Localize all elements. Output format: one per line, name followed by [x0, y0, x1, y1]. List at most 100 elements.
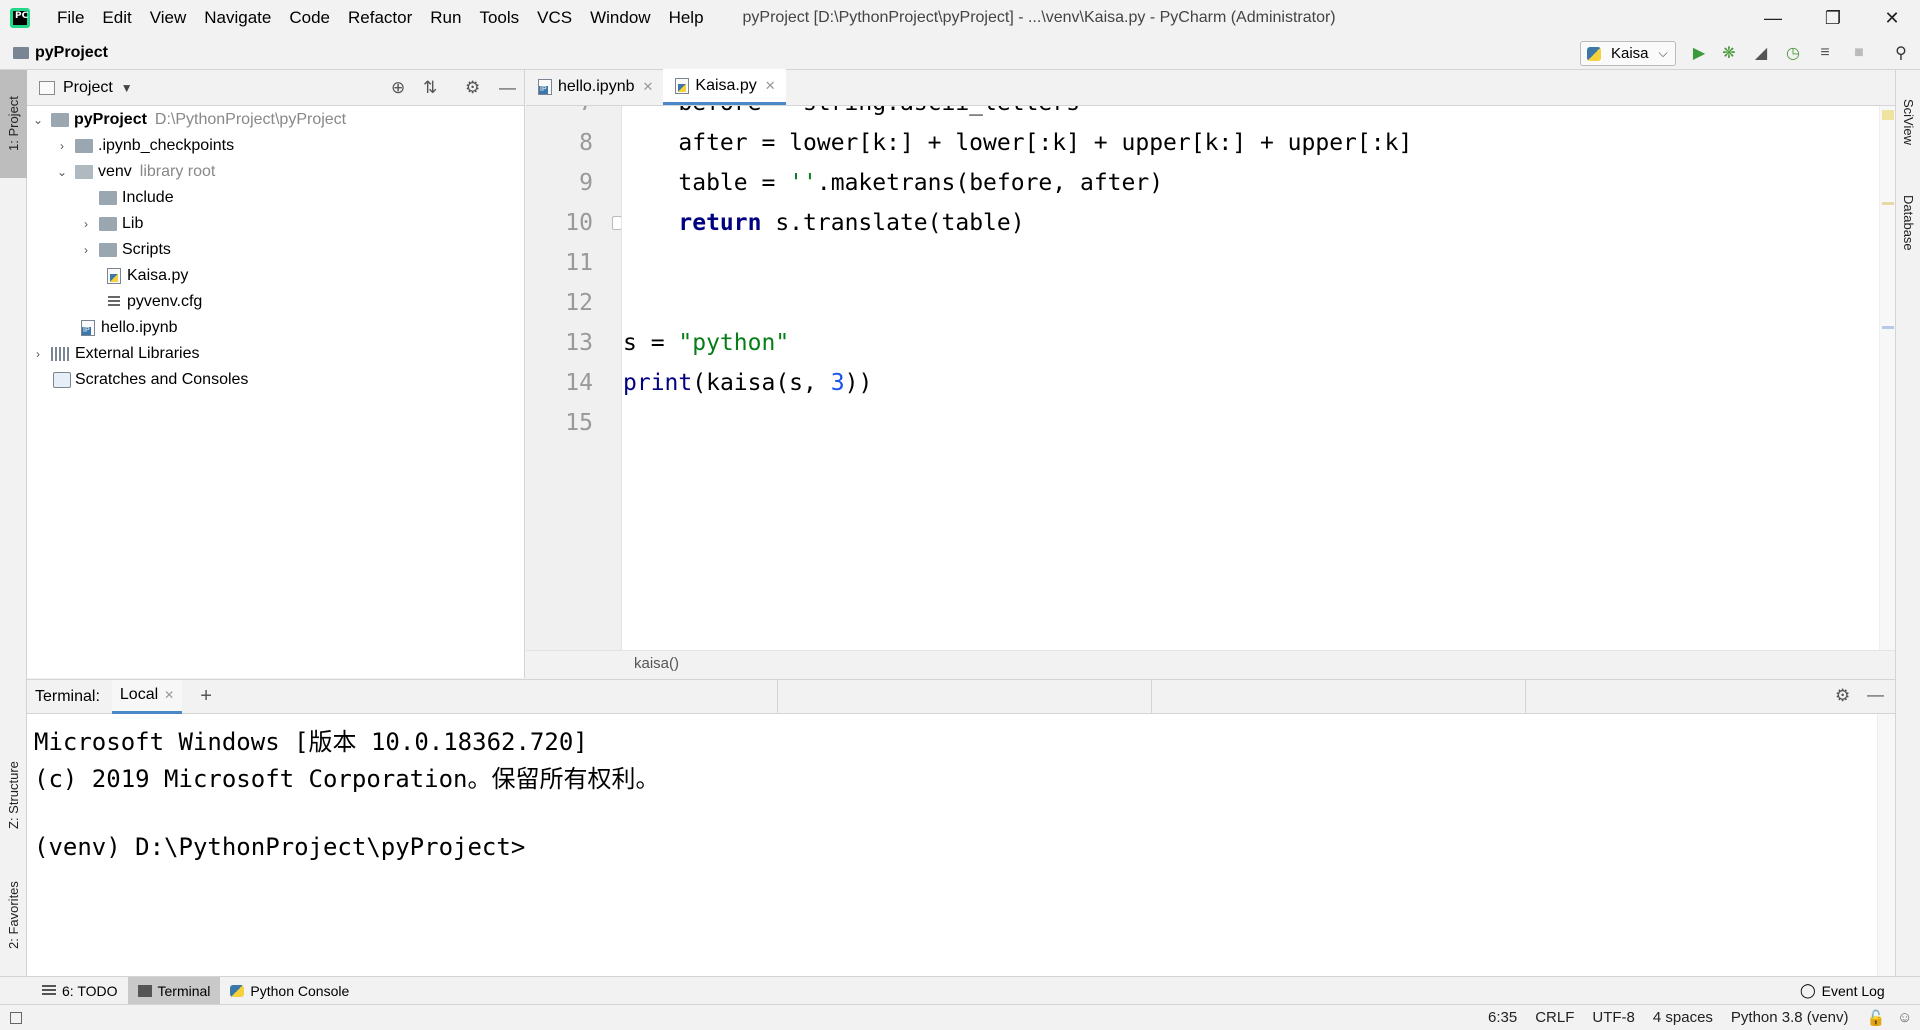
stop-icon[interactable]: ■: [1848, 42, 1870, 64]
fold-marker-icon[interactable]: [612, 216, 621, 230]
menu-refactor[interactable]: Refactor: [339, 0, 421, 36]
tree-item-venv[interactable]: ⌄ venv library root: [55, 159, 215, 185]
line-number: 11: [565, 250, 593, 276]
tree-item-pyvenv-cfg[interactable]: pyvenv.cfg: [105, 289, 202, 315]
project-view-icon: [39, 80, 55, 95]
menu-help[interactable]: Help: [660, 0, 713, 36]
window-title: pyProject [D:\PythonProject\pyProject] -…: [742, 9, 1336, 26]
code-line-14: print(kaisa(s, 3)): [623, 370, 872, 396]
tab-hello-ipynb[interactable]: hello.ipynb ✕: [526, 69, 663, 105]
menu-run[interactable]: Run: [421, 0, 470, 36]
tool-event-log[interactable]: ◯ Event Log: [1790, 977, 1895, 1005]
minimize-icon[interactable]: —: [1745, 0, 1801, 36]
menu-window[interactable]: Window: [581, 0, 659, 36]
status-items: 6:35 CRLF UTF-8 4 spaces Python 3.8 (ven…: [1488, 1009, 1913, 1027]
menu-edit[interactable]: Edit: [93, 0, 140, 36]
tool-python-console[interactable]: Python Console: [220, 977, 359, 1005]
error-stripe-marker[interactable]: [1882, 202, 1894, 205]
close-icon[interactable]: ✕: [765, 78, 776, 94]
gear-icon[interactable]: ⚙: [465, 78, 480, 98]
menu-view[interactable]: View: [141, 0, 196, 36]
locate-icon[interactable]: ⊕: [391, 78, 405, 98]
terminal-line: (c) 2019 Microsoft Corporation。保留所有权利。: [34, 765, 660, 793]
profile-icon[interactable]: ◷: [1782, 42, 1804, 64]
interpreter[interactable]: Python 3.8 (venv): [1731, 1009, 1849, 1026]
gear-icon[interactable]: ⚙: [1835, 686, 1850, 706]
chevron-right-icon[interactable]: ›: [55, 139, 69, 153]
menu-code[interactable]: Code: [280, 0, 339, 36]
bottom-tool-bar: 6: TODO Terminal Python Console ◯ Event …: [0, 976, 1920, 1005]
tree-item-hello-ipynb[interactable]: hello.ipynb: [79, 315, 178, 341]
tab-sciview[interactable]: SciView: [1896, 82, 1920, 162]
tab-database[interactable]: Database: [1896, 178, 1920, 268]
inspection-status-icon[interactable]: [1882, 110, 1894, 120]
error-stripe-marker[interactable]: [1882, 326, 1894, 329]
tool-terminal[interactable]: Terminal: [127, 976, 221, 1005]
project-panel-title[interactable]: Project: [63, 79, 113, 97]
terminal-prompt[interactable]: (venv) D:\PythonProject\pyProject>: [34, 833, 525, 861]
tab-structure[interactable]: Z: Structure: [0, 740, 27, 850]
tool-todo[interactable]: 6: TODO: [32, 977, 128, 1005]
tree-label: Lib: [122, 215, 144, 232]
chevron-right-icon[interactable]: ›: [79, 243, 93, 257]
lock-icon[interactable]: 🔓: [1866, 1009, 1885, 1027]
tree-item-scripts[interactable]: › Scripts: [79, 237, 171, 263]
menu-file[interactable]: File: [48, 0, 93, 36]
tree-label: pyvenv.cfg: [127, 293, 203, 310]
tool-label: Terminal: [157, 982, 211, 999]
line-separator[interactable]: CRLF: [1535, 1009, 1574, 1026]
terminal-scrollbar[interactable]: [1877, 714, 1895, 977]
hide-icon[interactable]: —: [1867, 685, 1884, 705]
close-icon[interactable]: ✕: [1864, 0, 1920, 36]
tree-item-include[interactable]: Include: [99, 185, 174, 211]
terminal-tab-local[interactable]: Local ✕: [111, 679, 183, 714]
menu-tools[interactable]: Tools: [470, 0, 528, 36]
tree-item-pyproject[interactable]: ⌄ pyProject D:\PythonProject\pyProject: [31, 107, 346, 133]
divider: [777, 680, 778, 714]
library-icon: [51, 347, 69, 361]
chevron-right-icon[interactable]: ›: [79, 217, 93, 231]
inspector-icon[interactable]: ☺: [1897, 1009, 1912, 1026]
line-number: 12: [565, 290, 593, 316]
hide-icon[interactable]: —: [499, 78, 516, 98]
search-icon[interactable]: ⚲: [1890, 42, 1912, 64]
chevron-down-icon[interactable]: ⌄: [31, 113, 45, 127]
code-text: table =: [623, 170, 790, 196]
breadcrumb[interactable]: kaisa(): [526, 650, 1895, 678]
chevron-down-icon[interactable]: ⌄: [55, 165, 69, 179]
tree-item-external-libraries[interactable]: › External Libraries: [31, 341, 200, 367]
navigation-bar: pyProject Kaisa ⌵ ▶ ❋ ◢ ◷ ≡ ■ ⚲: [0, 36, 1920, 70]
code-builtin: print: [623, 370, 693, 396]
terminal-tab-label: Local: [119, 686, 159, 703]
tree-item-scratches[interactable]: Scratches and Consoles: [53, 367, 248, 393]
coverage-icon[interactable]: ◢: [1750, 42, 1772, 64]
code-string: "python": [678, 330, 790, 356]
restore-icon[interactable]: ❐: [1805, 0, 1861, 36]
tab-project[interactable]: 1: Project: [0, 70, 27, 178]
debug-icon[interactable]: ❋: [1718, 42, 1740, 64]
tab-kaisa-py[interactable]: Kaisa.py ✕: [663, 69, 786, 105]
menu-vcs[interactable]: VCS: [528, 0, 581, 36]
menu-navigate[interactable]: Navigate: [195, 0, 280, 36]
tree-item-ipynb-checkpoints[interactable]: › .ipynb_checkpoints: [55, 133, 234, 159]
indent-setting[interactable]: 4 spaces: [1653, 1009, 1713, 1026]
project-panel: Project ▼ ⊕ ⇅ ⚙ — ⌄ pyProject D:\PythonP…: [27, 70, 525, 678]
run-icon[interactable]: ▶: [1688, 42, 1710, 64]
caret-position[interactable]: 6:35: [1488, 1009, 1517, 1026]
code-editor[interactable]: before = string.ascii_letters after = lo…: [623, 106, 1873, 650]
chevron-right-icon[interactable]: ›: [31, 347, 45, 361]
collapse-all-icon[interactable]: ⇅: [423, 78, 437, 98]
chevron-down-icon[interactable]: ▼: [121, 81, 133, 95]
tree-item-kaisa-py[interactable]: Kaisa.py: [105, 263, 188, 289]
editor-scrollbar[interactable]: [1879, 106, 1895, 650]
toggle-tool-windows-icon[interactable]: [10, 1011, 22, 1024]
run-configuration-select[interactable]: Kaisa ⌵: [1580, 41, 1676, 66]
file-encoding[interactable]: UTF-8: [1592, 1009, 1635, 1026]
close-icon[interactable]: ✕: [164, 688, 174, 702]
close-icon[interactable]: ✕: [643, 79, 654, 95]
nav-project-name[interactable]: pyProject: [35, 44, 108, 62]
add-icon[interactable]: +: [200, 685, 212, 708]
tree-item-lib[interactable]: › Lib: [79, 211, 143, 237]
concurrency-icon[interactable]: ≡: [1814, 42, 1836, 64]
tab-favorites[interactable]: 2: Favorites: [0, 865, 27, 965]
